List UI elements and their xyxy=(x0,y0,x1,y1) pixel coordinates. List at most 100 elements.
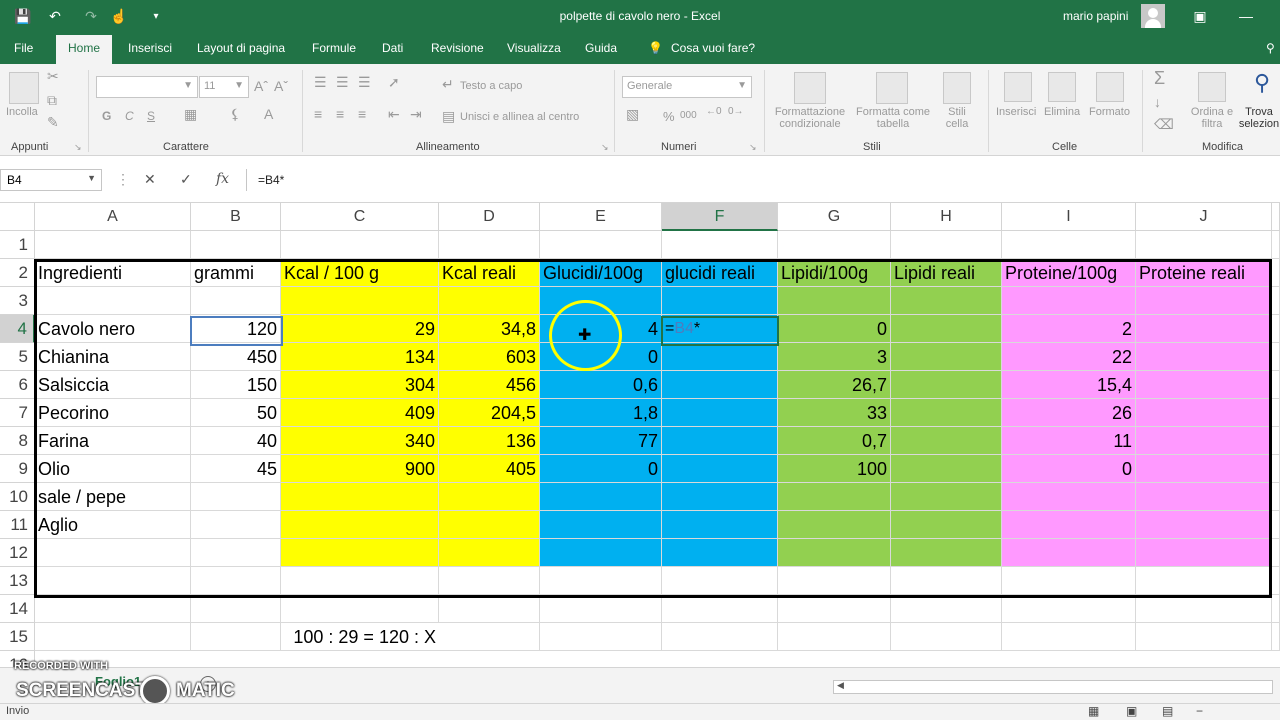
increase-indent-icon[interactable]: ⇥ xyxy=(410,106,422,123)
cell-g2[interactable]: Lipidi/100g xyxy=(778,259,891,287)
cell-c7[interactable]: 409 xyxy=(281,399,439,427)
cell-d9[interactable]: 405 xyxy=(439,455,540,483)
cell-j8[interactable] xyxy=(1136,427,1272,455)
column-header-c[interactable]: C xyxy=(281,203,439,231)
delete-cells-icon[interactable] xyxy=(1048,72,1076,102)
cell-g6[interactable]: 26,7 xyxy=(778,371,891,399)
cell-a12[interactable] xyxy=(35,539,191,567)
tab-page-layout[interactable]: Layout di pagina xyxy=(197,41,285,55)
conditional-formatting-button[interactable]: Formattazione condizionale xyxy=(772,106,848,130)
cell-b5[interactable]: 450 xyxy=(191,343,281,371)
cell-j7[interactable] xyxy=(1136,399,1272,427)
cell-a6[interactable]: Salsiccia xyxy=(35,371,191,399)
tab-insert[interactable]: Inserisci xyxy=(128,41,172,55)
cell-i6[interactable]: 15,4 xyxy=(1002,371,1136,399)
cell-d1[interactable] xyxy=(439,231,540,259)
cell-g3[interactable] xyxy=(778,287,891,315)
cell-h6[interactable] xyxy=(891,371,1002,399)
cell-d12[interactable] xyxy=(439,539,540,567)
sort-filter-icon[interactable] xyxy=(1198,72,1226,102)
number-format-combo[interactable]: Generale ▼ xyxy=(622,76,752,98)
page-break-view-icon[interactable]: ▤ xyxy=(1162,704,1173,718)
cell-e2[interactable]: Glucidi/100g xyxy=(540,259,662,287)
cell-a15[interactable] xyxy=(35,623,191,651)
sort-filter-button[interactable]: Ordina e filtra xyxy=(1188,106,1236,130)
cell-e13[interactable] xyxy=(540,567,662,595)
cell-k13[interactable] xyxy=(1272,567,1280,595)
cell-j1[interactable] xyxy=(1136,231,1272,259)
align-center-icon[interactable]: ≡ xyxy=(336,106,344,122)
tab-file[interactable]: File xyxy=(14,41,33,55)
align-bottom-icon[interactable]: ☰ xyxy=(358,74,371,91)
row-header-7[interactable]: 7 xyxy=(0,399,35,427)
cell-d14[interactable] xyxy=(439,595,540,623)
cell-a10[interactable]: sale / pepe xyxy=(35,483,191,511)
cell-k6[interactable] xyxy=(1272,371,1280,399)
cell-e12[interactable] xyxy=(540,539,662,567)
cell-k15[interactable] xyxy=(1272,623,1280,651)
cell-g5[interactable]: 3 xyxy=(778,343,891,371)
row-header-14[interactable]: 14 xyxy=(0,595,35,623)
cell-c2[interactable]: Kcal / 100 g xyxy=(281,259,439,287)
cell-c11[interactable] xyxy=(281,511,439,539)
page-layout-view-icon[interactable]: ▣ xyxy=(1126,704,1137,718)
percent-style-button[interactable]: % xyxy=(663,109,675,124)
cell-f15[interactable] xyxy=(662,623,778,651)
cell-g13[interactable] xyxy=(778,567,891,595)
italic-button[interactable]: C xyxy=(125,109,134,123)
align-top-icon[interactable]: ☰ xyxy=(314,74,327,91)
cell-d4[interactable]: 34,8 xyxy=(439,315,540,343)
delete-cells-button[interactable]: Elimina xyxy=(1044,106,1080,118)
cell-a13[interactable] xyxy=(35,567,191,595)
increase-decimal-icon[interactable]: ←0 xyxy=(706,106,722,117)
cell-i8[interactable]: 11 xyxy=(1002,427,1136,455)
cell-g15[interactable] xyxy=(778,623,891,651)
alignment-launcher-icon[interactable]: ↘ xyxy=(601,142,609,153)
cell-e5[interactable]: 0 xyxy=(540,343,662,371)
chevron-down-icon[interactable]: ▼ xyxy=(87,173,96,183)
cell-c9[interactable]: 900 xyxy=(281,455,439,483)
row-header-5[interactable]: 5 xyxy=(0,343,35,371)
cell-f6[interactable] xyxy=(662,371,778,399)
font-size-combo[interactable]: 11 ▼ xyxy=(199,76,249,98)
cell-b4[interactable]: 120 xyxy=(191,315,281,343)
cell-c12[interactable] xyxy=(281,539,439,567)
cell-a5[interactable]: Chianina xyxy=(35,343,191,371)
cell-h2[interactable]: Lipidi reali xyxy=(891,259,1002,287)
cell-f3[interactable] xyxy=(662,287,778,315)
tab-view[interactable]: Visualizza xyxy=(507,41,561,55)
cell-b10[interactable] xyxy=(191,483,281,511)
row-header-2[interactable]: 2 xyxy=(0,259,35,287)
cell-b2[interactable]: grammi xyxy=(191,259,281,287)
cell-g9[interactable]: 100 xyxy=(778,455,891,483)
cell-d10[interactable] xyxy=(439,483,540,511)
cell-b14[interactable] xyxy=(191,595,281,623)
cell-a2[interactable]: Ingredienti xyxy=(35,259,191,287)
cell-d3[interactable] xyxy=(439,287,540,315)
cell-b12[interactable] xyxy=(191,539,281,567)
cell-h1[interactable] xyxy=(891,231,1002,259)
cell-j2[interactable]: Proteine reali xyxy=(1136,259,1272,287)
minimize-icon[interactable]: — xyxy=(1231,5,1261,27)
copy-icon[interactable]: ⧉ xyxy=(47,92,57,109)
cell-c8[interactable]: 340 xyxy=(281,427,439,455)
cell-g4[interactable]: 0 xyxy=(778,315,891,343)
cell-f2[interactable]: glucidi reali xyxy=(662,259,778,287)
cell-b8[interactable]: 40 xyxy=(191,427,281,455)
tell-me-search[interactable]: Cosa vuoi fare? xyxy=(671,41,755,55)
cell-d8[interactable]: 136 xyxy=(439,427,540,455)
paste-button[interactable]: Incolla xyxy=(6,106,38,118)
cell-i4[interactable]: 2 xyxy=(1002,315,1136,343)
cell-h15[interactable] xyxy=(891,623,1002,651)
cell-k10[interactable] xyxy=(1272,483,1280,511)
cell-g7[interactable]: 33 xyxy=(778,399,891,427)
align-left-icon[interactable]: ≡ xyxy=(314,106,322,122)
cell-h3[interactable] xyxy=(891,287,1002,315)
wrap-text-button[interactable]: Testo a capo xyxy=(460,80,522,92)
cut-icon[interactable]: ✂ xyxy=(47,68,59,85)
cell-h12[interactable] xyxy=(891,539,1002,567)
formula-input[interactable]: =B4* xyxy=(246,169,1280,191)
cell-i13[interactable] xyxy=(1002,567,1136,595)
cell-c10[interactable] xyxy=(281,483,439,511)
cell-a14[interactable] xyxy=(35,595,191,623)
